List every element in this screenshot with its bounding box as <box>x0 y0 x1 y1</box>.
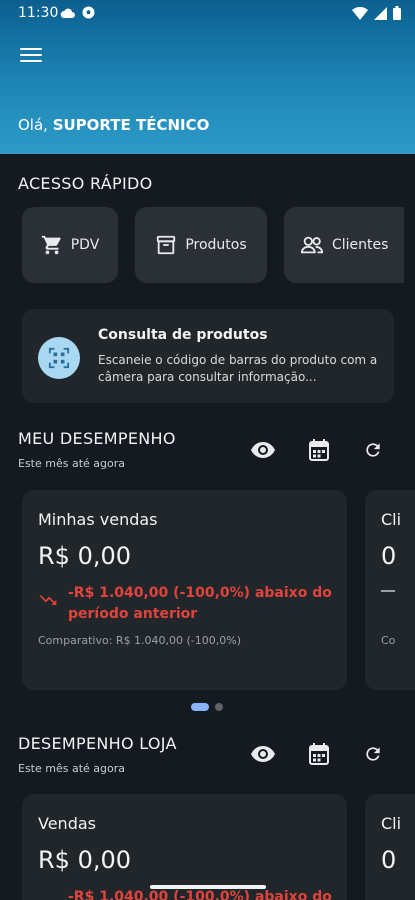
pager-dot-active[interactable] <box>191 703 209 711</box>
card-title: Cli <box>381 510 402 529</box>
carousel-pager <box>191 703 223 711</box>
neutral-trend-icon <box>381 590 395 592</box>
card-title: Minhas vendas <box>38 510 158 529</box>
card-value: R$ 0,00 <box>38 542 132 570</box>
battery-icon <box>393 6 401 20</box>
home-indicator[interactable] <box>150 885 266 889</box>
archive-box-icon <box>157 235 176 255</box>
desempenho-loja-title: DESEMPENHO LOJA <box>18 734 177 753</box>
eye-icon[interactable] <box>249 740 277 768</box>
greeting: Olá, SUPORTE TÉCNICO <box>18 116 210 134</box>
quick-access-row: PDV Produtos Clientes <box>22 207 415 283</box>
eye-icon[interactable] <box>249 436 277 464</box>
card-comparativo: Co <box>381 634 396 647</box>
card-title: Vendas <box>38 814 96 833</box>
card-value: R$ 0,00 <box>38 846 132 874</box>
refresh-icon[interactable] <box>359 436 387 464</box>
app-header: 11:30 Olá, SUPORTE TÉCNICO <box>0 0 415 154</box>
minhas-vendas-card[interactable]: Minhas vendas R$ 0,00 -R$ 1.040,00 (-100… <box>22 490 347 690</box>
consulta-produtos-card[interactable]: Consulta de produtos Escaneie o código d… <box>22 309 394 403</box>
quick-access-clientes[interactable]: Clientes <box>284 207 404 283</box>
pager-dot[interactable] <box>215 703 223 711</box>
quick-access-title: ACESSO RÁPIDO <box>18 174 153 193</box>
people-icon <box>300 236 324 254</box>
consulta-title: Consulta de produtos <box>98 327 268 343</box>
soccer-ball-icon <box>82 6 95 19</box>
barcode-scan-icon <box>38 337 80 379</box>
card-value: 0 <box>381 542 397 570</box>
card-value: 0 <box>381 846 397 874</box>
card-title: Cli <box>381 814 402 833</box>
card-diff: -R$ 1.040,00 (-100,0%) abaixo do período… <box>68 585 332 622</box>
refresh-icon[interactable] <box>359 740 387 768</box>
clientes-loja-card-peek[interactable]: Cli 0 <box>365 794 415 900</box>
clientes-card-peek[interactable]: Cli 0 Co <box>365 490 415 690</box>
status-bar: 11:30 <box>0 0 415 30</box>
meu-desempenho-title: MEU DESEMPENHO <box>18 429 176 448</box>
menu-icon[interactable] <box>18 44 44 66</box>
wifi-icon <box>352 6 368 20</box>
quick-access-produtos[interactable]: Produtos <box>135 207 267 283</box>
desempenho-loja-subtitle: Este mês até agora <box>18 762 126 775</box>
meu-desempenho-subtitle: Este mês até agora <box>18 457 126 470</box>
status-time: 11:30 <box>18 5 59 21</box>
consulta-description: Escaneie o código de barras do produto c… <box>98 353 378 384</box>
cart-icon <box>41 235 61 255</box>
trending-down-icon <box>39 595 57 605</box>
user-name: SUPORTE TÉCNICO <box>52 116 210 134</box>
quick-access-pdv[interactable]: PDV <box>22 207 118 283</box>
cloud-icon <box>60 8 75 18</box>
calendar-icon[interactable] <box>305 740 333 768</box>
card-comparativo: Comparativo: R$ 1.040,00 (-100,0%) <box>38 634 242 647</box>
signal-icon <box>374 6 387 20</box>
calendar-icon[interactable] <box>305 436 333 464</box>
